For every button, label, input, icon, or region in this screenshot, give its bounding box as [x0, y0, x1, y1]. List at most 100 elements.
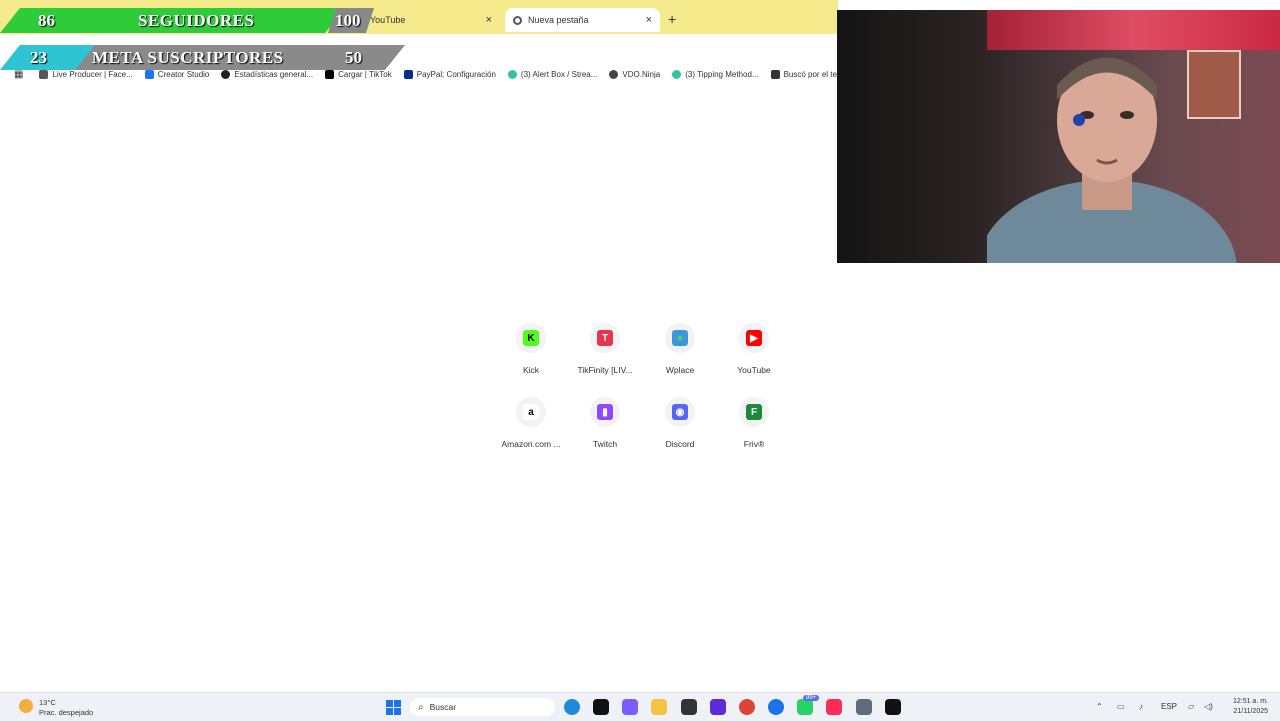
bookmark-favicon-icon: [144, 69, 154, 79]
shortcut-tile: F: [739, 397, 769, 427]
taskbar: 13°C Prac. despejado ⌕ Buscar 99+ ⌃ ▭ ♪ …: [0, 692, 1280, 721]
weather-sun-icon[interactable]: [19, 699, 33, 713]
shortcut-amazon[interactable]: a Amazon.com ...: [494, 397, 568, 449]
twitch-icon: ▮: [597, 404, 613, 420]
obs-icon[interactable]: [681, 699, 697, 715]
whatsapp-icon[interactable]: [797, 699, 813, 715]
led-light-strip: [987, 10, 1280, 50]
wifi-icon[interactable]: ▱: [1188, 702, 1194, 711]
bookmark-label: VDO.Ninja: [622, 69, 661, 79]
bookmark-item[interactable]: Estadísticas general...: [221, 69, 313, 79]
language-indicator[interactable]: ESP: [1161, 702, 1177, 711]
chrome-profile-icon[interactable]: [768, 699, 784, 715]
bookmark-label: (3) Alert Box / Strea...: [520, 69, 598, 79]
chrome-icon[interactable]: [739, 699, 755, 715]
shortcut-tile: a: [516, 397, 546, 427]
bookmark-label: (3) Tipping Method...: [685, 69, 759, 79]
discord-icon: ◉: [672, 404, 688, 420]
kick-icon: K: [523, 330, 539, 346]
webcam-feed: [837, 10, 1280, 263]
microphone-icon[interactable]: ♪: [1139, 702, 1143, 711]
tab-label: YouTube: [370, 15, 406, 25]
subscribers-goal: 50: [345, 48, 362, 67]
shortcut-tile: T: [590, 323, 620, 353]
chrome-icon: [513, 15, 522, 25]
bookmark-label: Live Producer | Face...: [52, 69, 133, 79]
bookmark-label: PayPal: Configuración: [416, 69, 496, 79]
bookmark-label: Cargar | TikTok: [338, 69, 392, 79]
shortcut-label: Twitch: [592, 439, 618, 449]
poster: [1187, 50, 1241, 119]
shortcut-twitch[interactable]: ▮ Twitch: [568, 397, 642, 449]
bookmark-item[interactable]: (3) Tipping Method...: [672, 69, 759, 79]
bookmark-favicon-icon: [325, 69, 335, 79]
bookmark-favicon-icon: [507, 69, 517, 79]
file-explorer-icon[interactable]: [651, 699, 667, 715]
close-tab-icon[interactable]: ×: [486, 14, 492, 26]
tab-new-tab[interactable]: Nueva pestaña ×: [505, 8, 660, 32]
tiktok-icon[interactable]: [593, 699, 609, 715]
shortcut-label: Kick: [522, 365, 540, 375]
shortcut-label: TikFinity [LIV...: [577, 365, 633, 375]
shortcut-youtube[interactable]: ▶ YouTube: [717, 323, 791, 375]
streamlabs-icon[interactable]: [710, 699, 726, 715]
youtube-icon: ▶: [746, 330, 762, 346]
apps-grid-icon[interactable]: ▦: [14, 69, 23, 80]
followers-goal: 100: [335, 11, 361, 30]
bookmark-favicon-icon: [221, 69, 231, 79]
bookmark-item[interactable]: (3) Alert Box / Strea...: [507, 69, 598, 79]
tiktok-live-studio-icon[interactable]: [826, 699, 842, 715]
search-placeholder: Buscar: [429, 702, 457, 712]
bookmark-favicon-icon: [609, 69, 619, 79]
close-tab-icon[interactable]: ×: [646, 14, 652, 26]
shortcut-tile: ●: [665, 323, 695, 353]
shortcut-label: Wplace: [665, 365, 695, 375]
subscribers-title: META SUSCRIPTORES: [92, 48, 284, 67]
shortcut-tile: ◉: [665, 397, 695, 427]
edge-icon[interactable]: [564, 699, 580, 715]
shortcut-label: Friv®: [743, 439, 765, 449]
shortcut-globe[interactable]: ● Wplace: [643, 323, 717, 375]
tab-label: Nueva pestaña: [528, 15, 589, 25]
tray-chevron-up-icon[interactable]: ⌃: [1096, 702, 1103, 711]
shortcut-kick[interactable]: K Kick: [494, 323, 568, 375]
bookmark-favicon-icon: [39, 69, 49, 79]
bookmark-item[interactable]: Live Producer | Face...: [39, 69, 133, 79]
tiktok-2-icon[interactable]: [885, 699, 901, 715]
settings-icon[interactable]: [856, 699, 872, 715]
shortcut-tikfinity[interactable]: T TikFinity [LIV...: [568, 323, 642, 375]
weather-condition[interactable]: Prac. despejado: [39, 708, 93, 717]
shortcut-tile: K: [516, 323, 546, 353]
shortcut-label: Discord: [665, 439, 695, 449]
new-tab-button[interactable]: +: [668, 11, 676, 27]
shortcut-discord[interactable]: ◉ Discord: [643, 397, 717, 449]
subscribers-current: 23: [30, 48, 47, 67]
bookmark-item[interactable]: Creator Studio: [144, 69, 209, 79]
shortcut-label: Amazon.com ...: [501, 439, 561, 449]
copilot-icon[interactable]: [622, 699, 638, 715]
amazon-icon: a: [523, 404, 539, 420]
shortcut-friv[interactable]: F Friv®: [717, 397, 791, 449]
bookmark-item[interactable]: PayPal: Configuración: [403, 69, 496, 79]
search-icon: ⌕: [418, 701, 424, 713]
start-windows-icon[interactable]: [386, 700, 401, 715]
whatsapp-badge: 99+: [803, 695, 820, 701]
tray-network-icon[interactable]: ▭: [1117, 702, 1125, 711]
taskbar-time[interactable]: 12:51 a. m.: [1233, 698, 1268, 705]
bookmark-item[interactable]: VDO.Ninja: [609, 69, 661, 79]
taskbar-date[interactable]: 21/11/2025: [1233, 708, 1268, 715]
bookmark-label: Buscó por el te: [783, 69, 837, 79]
bookmark-favicon-icon: [770, 69, 780, 79]
taskbar-search[interactable]: ⌕ Buscar: [410, 698, 555, 716]
volume-icon[interactable]: ◁): [1204, 702, 1213, 711]
followers-title: SEGUIDORES: [138, 11, 255, 30]
bookmark-favicon-icon: [403, 69, 413, 79]
shortcut-tile: ▶: [739, 323, 769, 353]
bookmark-favicon-icon: [672, 69, 682, 79]
weather-temp[interactable]: 13°C: [39, 698, 56, 707]
bookmark-item[interactable]: Cargar | TikTok: [325, 69, 392, 79]
bookmark-item[interactable]: Buscó por el te: [770, 69, 837, 79]
shortcut-tile: ▮: [590, 397, 620, 427]
followers-current: 86: [38, 11, 55, 30]
tikfinity-icon: T: [597, 330, 613, 346]
